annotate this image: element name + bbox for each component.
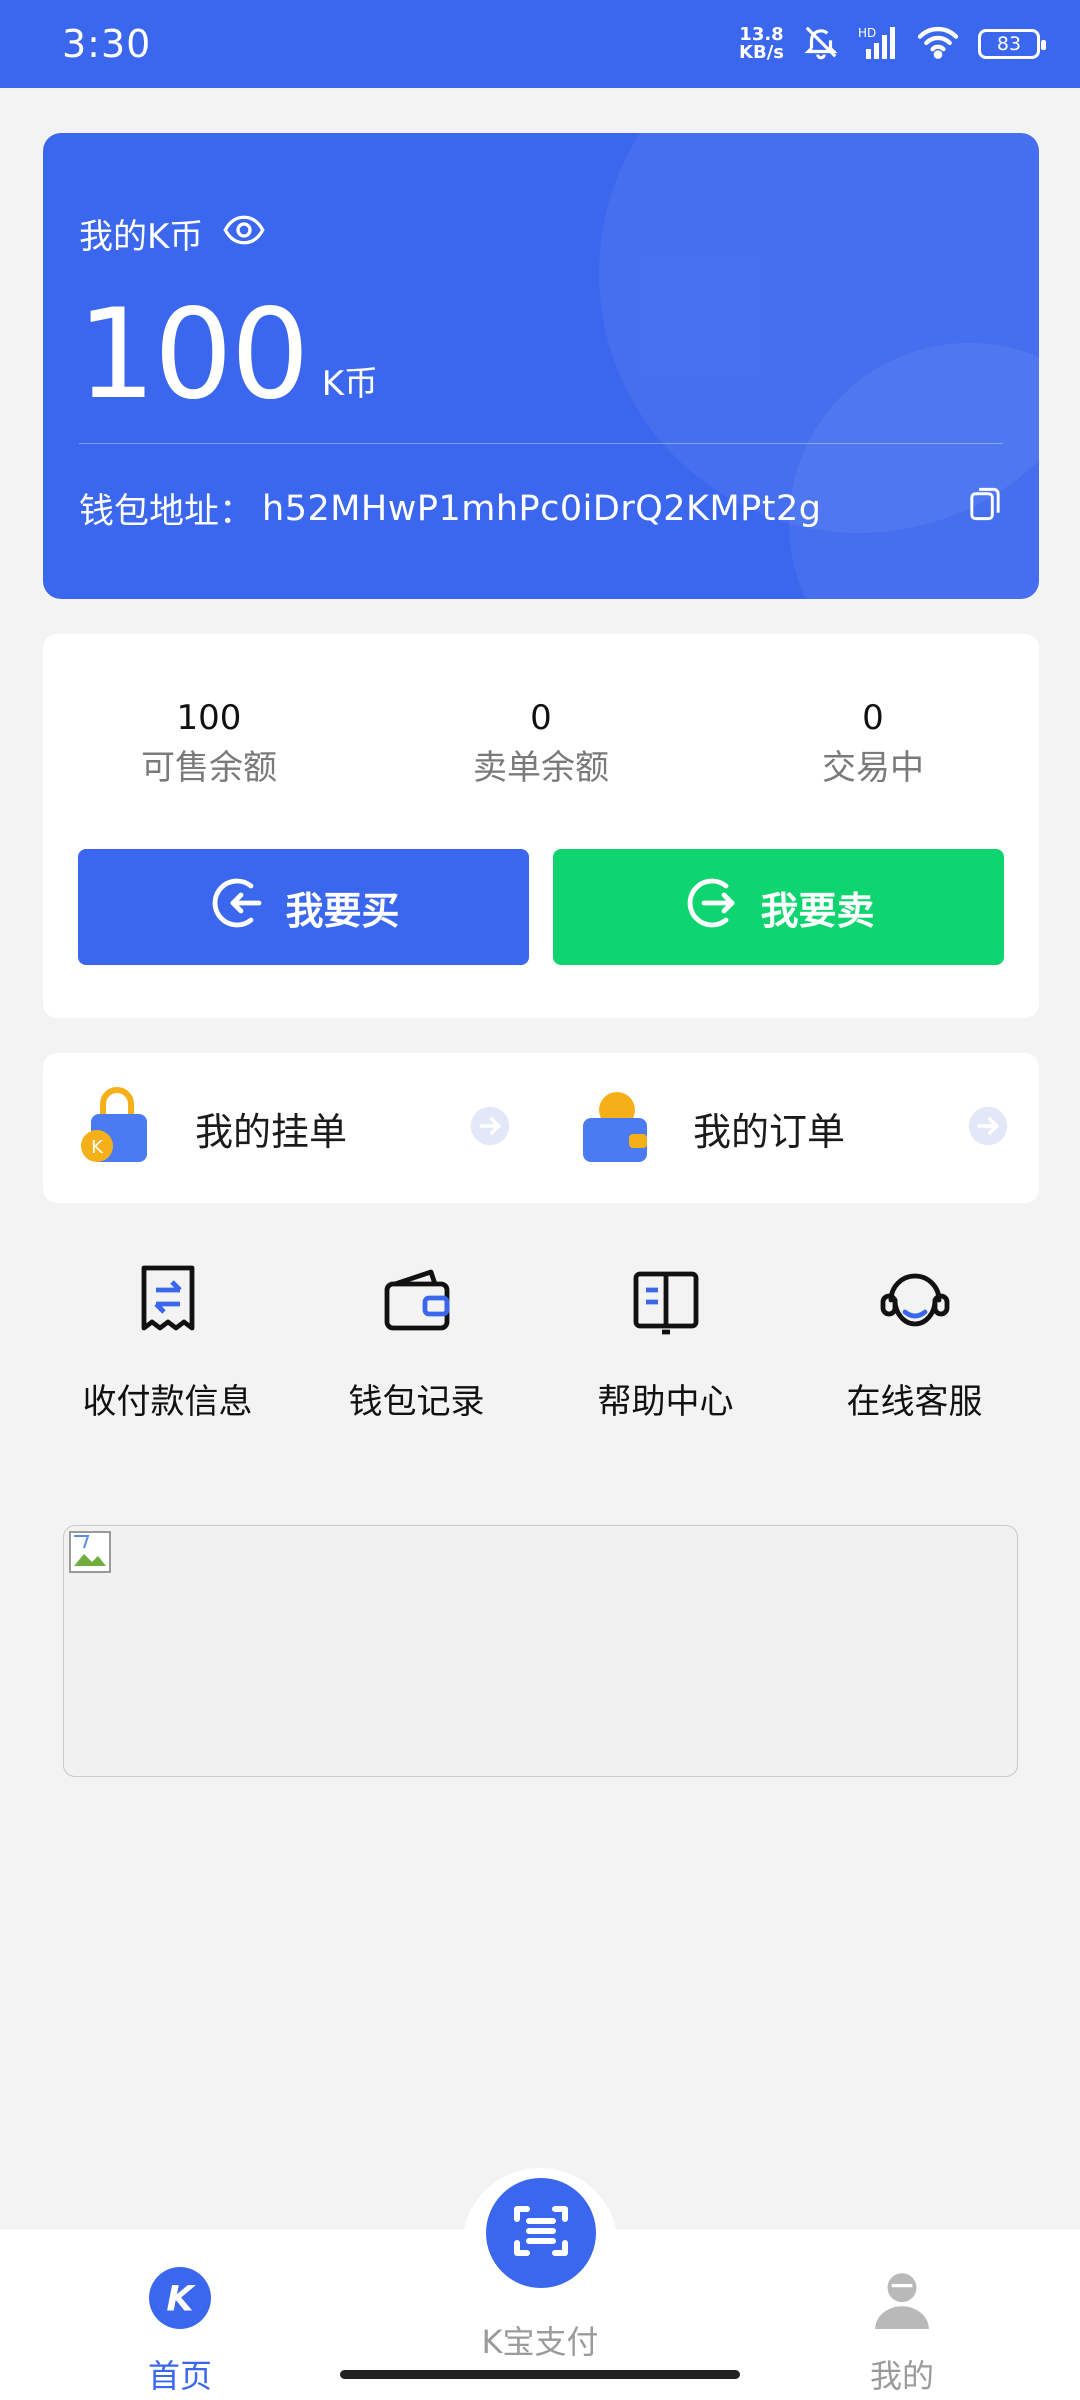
stat-value: 0 — [862, 698, 884, 738]
divider — [79, 443, 1003, 444]
nav-mine-label: 我的 — [869, 2357, 934, 2395]
wallet-address-label: 钱包地址： — [79, 492, 255, 532]
stat-value: 100 — [176, 698, 242, 738]
nav-home[interactable]: K 首页 — [80, 2229, 280, 2395]
help-center-label: 帮助中心 — [597, 1382, 734, 1422]
payment-info-item[interactable]: 收付款信息 — [43, 1260, 292, 1423]
nav-home-label: 首页 — [147, 2357, 212, 2395]
wallet-address-row: 钱包地址： h52MHwP1mhPc0iDrQ2KMPt2g — [79, 483, 1003, 534]
help-center-item[interactable]: 帮助中心 — [541, 1260, 790, 1423]
nav-mine[interactable]: 我的 — [802, 2229, 1002, 2395]
balance-title: 我的K币 — [79, 217, 204, 257]
buy-label: 我要买 — [285, 888, 400, 933]
svg-text:K: K — [166, 2278, 196, 2319]
wallet-records-label: 钱包记录 — [348, 1382, 485, 1422]
wallet-address: h52MHwP1mhPc0iDrQ2KMPt2g — [262, 488, 822, 529]
status-time: 3:30 — [62, 22, 152, 66]
action-buttons: 我要买 我要卖 — [78, 849, 1004, 965]
sell-label: 我要卖 — [760, 888, 875, 933]
wallet-coin-icon — [577, 1086, 653, 1170]
my-listings-item[interactable]: K 我的挂单 — [43, 1053, 541, 1203]
user-avatar-icon — [871, 2267, 933, 2333]
stat-label: 卖单余额 — [473, 748, 609, 788]
sell-button[interactable]: 我要卖 — [553, 849, 1004, 965]
status-icons: 13.8 KB/s HD 83 — [739, 23, 1046, 65]
svg-text:K: K — [91, 1137, 104, 1158]
stat-trading: 0 交易中 — [707, 696, 1039, 796]
svg-text:HD: HD — [858, 26, 876, 40]
my-orders-item[interactable]: 我的订单 — [541, 1053, 1039, 1203]
stat-available: 100 可售余额 — [43, 696, 375, 796]
broken-image-icon — [68, 1530, 112, 1578]
arrow-right-icon — [469, 1105, 511, 1151]
quick-menu: 收付款信息 钱包记录 帮助中心 在线客服 — [43, 1260, 1039, 1423]
home-indicator — [340, 2370, 740, 2379]
wallet-icon — [377, 1260, 457, 1344]
my-orders-label: 我的订单 — [693, 1109, 846, 1154]
my-listings-label: 我的挂单 — [195, 1109, 348, 1154]
network-speed: 13.8 KB/s — [739, 26, 784, 62]
book-icon — [626, 1260, 706, 1344]
stat-label: 交易中 — [822, 748, 924, 788]
network-speed-unit: KB/s — [739, 42, 784, 63]
lock-bag-icon: K — [79, 1086, 155, 1170]
buy-icon — [207, 873, 267, 942]
bell-off-icon — [802, 23, 840, 65]
payment-info-label: 收付款信息 — [82, 1382, 253, 1422]
battery-level: 83 — [996, 33, 1022, 55]
balance-amount-row: 100 K币 — [77, 293, 378, 417]
headset-icon — [875, 1260, 955, 1344]
stat-sell-orders: 0 卖单余额 — [375, 696, 707, 796]
home-k-icon: K — [149, 2267, 211, 2333]
balance-amount: 100 — [77, 283, 310, 427]
balance-unit: K币 — [321, 364, 378, 404]
online-service-item[interactable]: 在线客服 — [790, 1260, 1039, 1423]
sell-icon — [682, 873, 742, 942]
wifi-icon — [916, 24, 960, 64]
status-bar: 3:30 13.8 KB/s HD 83 — [0, 0, 1080, 88]
arrow-right-icon — [967, 1105, 1009, 1151]
transfer-doc-icon — [128, 1260, 208, 1344]
stat-label: 可售余额 — [141, 748, 277, 788]
scan-icon — [509, 2199, 573, 2267]
stats-card: 100 可售余额 0 卖单余额 0 交易中 我要买 我要卖 — [43, 634, 1039, 1018]
promo-banner[interactable] — [63, 1525, 1018, 1777]
buy-button[interactable]: 我要买 — [78, 849, 529, 965]
eye-icon[interactable] — [223, 214, 265, 254]
battery-indicator: 83 — [978, 29, 1046, 59]
copy-icon[interactable] — [967, 485, 1003, 532]
orders-card: K 我的挂单 我的订单 — [43, 1053, 1039, 1203]
stat-value: 0 — [530, 698, 552, 738]
signal-icon: HD — [858, 25, 898, 63]
wallet-records-item[interactable]: 钱包记录 — [292, 1260, 541, 1423]
balance-card: 我的K币 100 K币 钱包地址： h52MHwP1mhPc0iDrQ2KMPt… — [43, 133, 1039, 599]
balance-header: 我的K币 — [79, 209, 265, 258]
online-service-label: 在线客服 — [846, 1382, 983, 1422]
scan-pay-button[interactable] — [486, 2178, 596, 2288]
stats-row: 100 可售余额 0 卖单余额 0 交易中 — [43, 696, 1039, 796]
